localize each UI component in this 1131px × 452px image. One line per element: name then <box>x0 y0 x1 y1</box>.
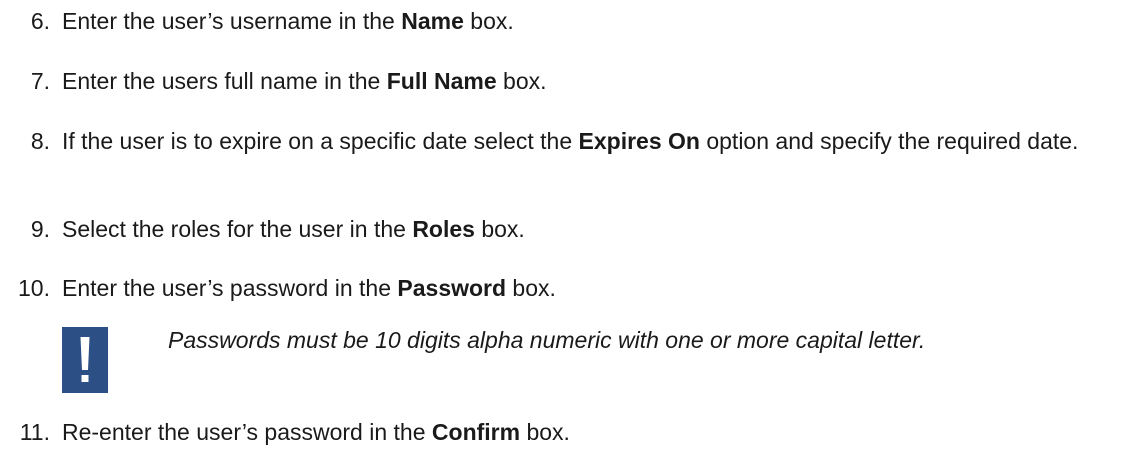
step-number: 8. <box>30 128 50 154</box>
ui-term: Expires On <box>578 128 700 154</box>
step-text: Select the roles for the user in the Rol… <box>62 216 525 242</box>
ui-term: Name <box>401 8 464 34</box>
step-number: 10. <box>18 275 50 301</box>
ui-term: Confirm <box>431 419 521 445</box>
step-text: If the user is to expire on a specific d… <box>62 128 1079 154</box>
password-note: Passwords must be 10 digits alpha numeri… <box>62 325 1062 393</box>
ui-term: Full Name <box>386 68 497 94</box>
step-number: 11. <box>19 419 50 445</box>
step-text: Enter the users full name in the Full Na… <box>62 68 547 94</box>
ui-term: Password <box>397 275 507 301</box>
step-number: 6. <box>30 8 50 34</box>
exclamation-icon <box>62 327 108 393</box>
step-text: Enter the user’s password in the Passwor… <box>62 275 556 301</box>
step-text: Re-enter the user’s password in the Conf… <box>62 419 570 445</box>
step-number: 9. <box>30 216 50 242</box>
step-number: 7. <box>30 68 50 94</box>
step-text: Enter the user’s username in the Name bo… <box>62 8 514 34</box>
note-text: Passwords must be 10 digits alpha numeri… <box>168 327 926 353</box>
ui-term: Roles <box>412 216 475 242</box>
